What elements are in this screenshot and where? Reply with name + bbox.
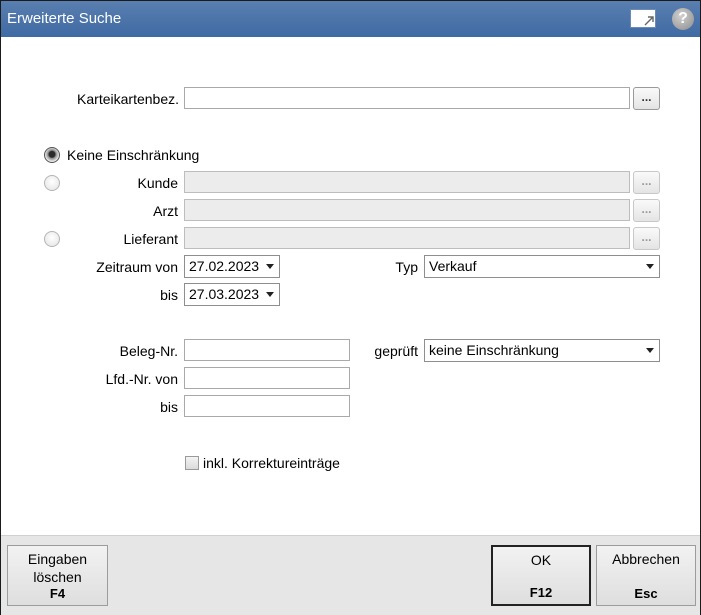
- geprueft-label: geprüft: [374, 343, 418, 359]
- date-from-picker[interactable]: 27.02.2023: [184, 255, 280, 278]
- korrektur-checkbox[interactable]: [185, 456, 199, 470]
- date-bis-label: bis: [160, 287, 178, 303]
- clear-line1: Eingaben: [27, 551, 88, 567]
- clear-line2: löschen: [33, 569, 82, 585]
- radio-keine-label: Keine Einschränkung: [67, 147, 200, 163]
- korrektur-label: inkl. Korrektureinträge: [203, 455, 340, 471]
- ok-key: F12: [529, 585, 553, 600]
- geprueft-select[interactable]: keine Einschränkung: [424, 339, 660, 362]
- beleg-input[interactable]: [184, 339, 350, 361]
- date-from-value: 27.02.2023: [189, 258, 260, 274]
- help-icon[interactable]: ?: [672, 8, 694, 30]
- karteikarte-browse-button[interactable]: ...: [633, 87, 660, 110]
- clear-inputs-button[interactable]: Eingaben löschen F4: [7, 545, 108, 606]
- cancel-key: Esc: [634, 586, 658, 601]
- kunde-label: Kunde: [137, 175, 178, 191]
- cancel-button[interactable]: Abbrechen Esc: [596, 545, 696, 606]
- ok-label: OK: [530, 552, 552, 568]
- geprueft-value: keine Einschränkung: [429, 342, 559, 358]
- lfd-to-input[interactable]: [184, 395, 350, 417]
- typ-value: Verkauf: [429, 258, 477, 274]
- arzt-browse-button: ...: [633, 199, 660, 222]
- typ-label: Typ: [395, 259, 418, 275]
- lieferant-browse-button: ...: [633, 227, 660, 250]
- kunde-input: [184, 171, 630, 193]
- lieferant-label: Lieferant: [123, 231, 178, 247]
- chevron-down-icon: [266, 264, 274, 269]
- typ-select[interactable]: Verkauf: [424, 255, 660, 278]
- kunde-browse-button: ...: [633, 171, 660, 194]
- clear-key: F4: [49, 586, 66, 601]
- lfd-bis-label: bis: [160, 399, 178, 415]
- date-to-picker[interactable]: 27.03.2023: [184, 283, 280, 306]
- karteikarte-input[interactable]: [184, 87, 630, 109]
- zeitraum-label: Zeitraum von: [96, 259, 178, 275]
- lieferant-input: [184, 227, 630, 249]
- window-title: Erweiterte Suche: [7, 10, 122, 27]
- chevron-down-icon: [646, 264, 654, 269]
- radio-lieferant[interactable]: [44, 231, 60, 247]
- date-to-value: 27.03.2023: [189, 286, 260, 302]
- karteikarte-label: Karteikartenbez.: [77, 91, 179, 107]
- radio-keine-einschraenkung[interactable]: [44, 147, 60, 163]
- chevron-down-icon: [646, 348, 654, 353]
- lfd-from-input[interactable]: [184, 367, 350, 389]
- cancel-label: Abbrechen: [612, 551, 680, 567]
- title-bar: Erweiterte Suche ?: [1, 1, 700, 37]
- arzt-input: [184, 199, 630, 221]
- chevron-down-icon: [266, 292, 274, 297]
- radio-kunde[interactable]: [44, 175, 60, 191]
- window-pin-icon[interactable]: [630, 9, 656, 28]
- beleg-label: Beleg-Nr.: [119, 343, 178, 359]
- lfd-label: Lfd.-Nr. von: [105, 371, 178, 387]
- ok-button[interactable]: OK F12: [491, 545, 591, 606]
- arzt-label: Arzt: [153, 203, 178, 219]
- dialog-window: Erweiterte Suche ? Karteikartenbez. ... …: [0, 0, 701, 615]
- button-bar: Eingaben löschen F4 OK F12 Abbrechen Esc: [1, 535, 700, 615]
